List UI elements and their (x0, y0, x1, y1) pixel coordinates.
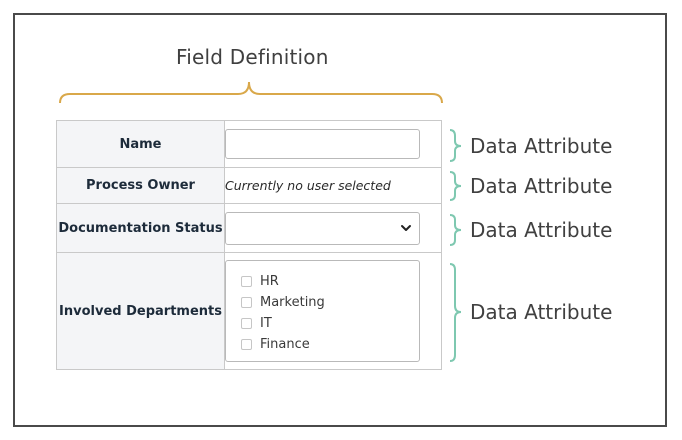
department-option-hr[interactable]: HR (241, 271, 419, 292)
department-label: HR (260, 274, 279, 289)
department-label: Marketing (260, 295, 325, 310)
department-option-it[interactable]: IT (241, 313, 419, 334)
departments-checkbox-list: HR Marketing IT Finance (225, 260, 420, 362)
field-label-status: Documentation Status (56, 203, 225, 253)
documentation-status-select[interactable] (225, 211, 420, 245)
department-option-marketing[interactable]: Marketing (241, 292, 419, 313)
chevron-down-icon (401, 224, 411, 231)
value-cell-status (224, 203, 442, 253)
form-table: Name Process Owner Currently no user sel… (56, 120, 442, 370)
data-attribute-label-status: Data Attribute (470, 218, 613, 242)
name-input[interactable] (225, 129, 420, 159)
value-cell-owner: Currently no user selected (224, 167, 442, 204)
attribute-brace-status (449, 214, 462, 246)
checkbox-icon[interactable] (241, 339, 252, 350)
field-label-departments: Involved Departments (56, 252, 225, 370)
data-attribute-label-name: Data Attribute (470, 134, 613, 158)
checkbox-icon[interactable] (241, 318, 252, 329)
form-row-departments: Involved Departments HR Marketing IT Fin… (56, 252, 442, 370)
form-row-name: Name (56, 120, 442, 168)
field-label-name: Name (56, 120, 225, 168)
field-definition-brace (59, 81, 443, 104)
form-row-status: Documentation Status (56, 203, 442, 253)
value-cell-name (224, 120, 442, 168)
form-row-owner: Process Owner Currently no user selected (56, 167, 442, 204)
data-attribute-label-departments: Data Attribute (470, 300, 613, 324)
checkbox-icon[interactable] (241, 276, 252, 287)
process-owner-value[interactable]: Currently no user selected (225, 178, 391, 193)
data-attribute-label-owner: Data Attribute (470, 174, 613, 198)
field-label-owner: Process Owner (56, 167, 225, 204)
value-cell-departments: HR Marketing IT Finance (224, 252, 442, 370)
checkbox-icon[interactable] (241, 297, 252, 308)
department-label: IT (260, 316, 272, 331)
attribute-brace-owner (449, 171, 462, 201)
attribute-brace-departments (449, 263, 462, 362)
attribute-brace-name (449, 129, 462, 162)
department-option-finance[interactable]: Finance (241, 334, 419, 355)
department-label: Finance (260, 337, 310, 352)
